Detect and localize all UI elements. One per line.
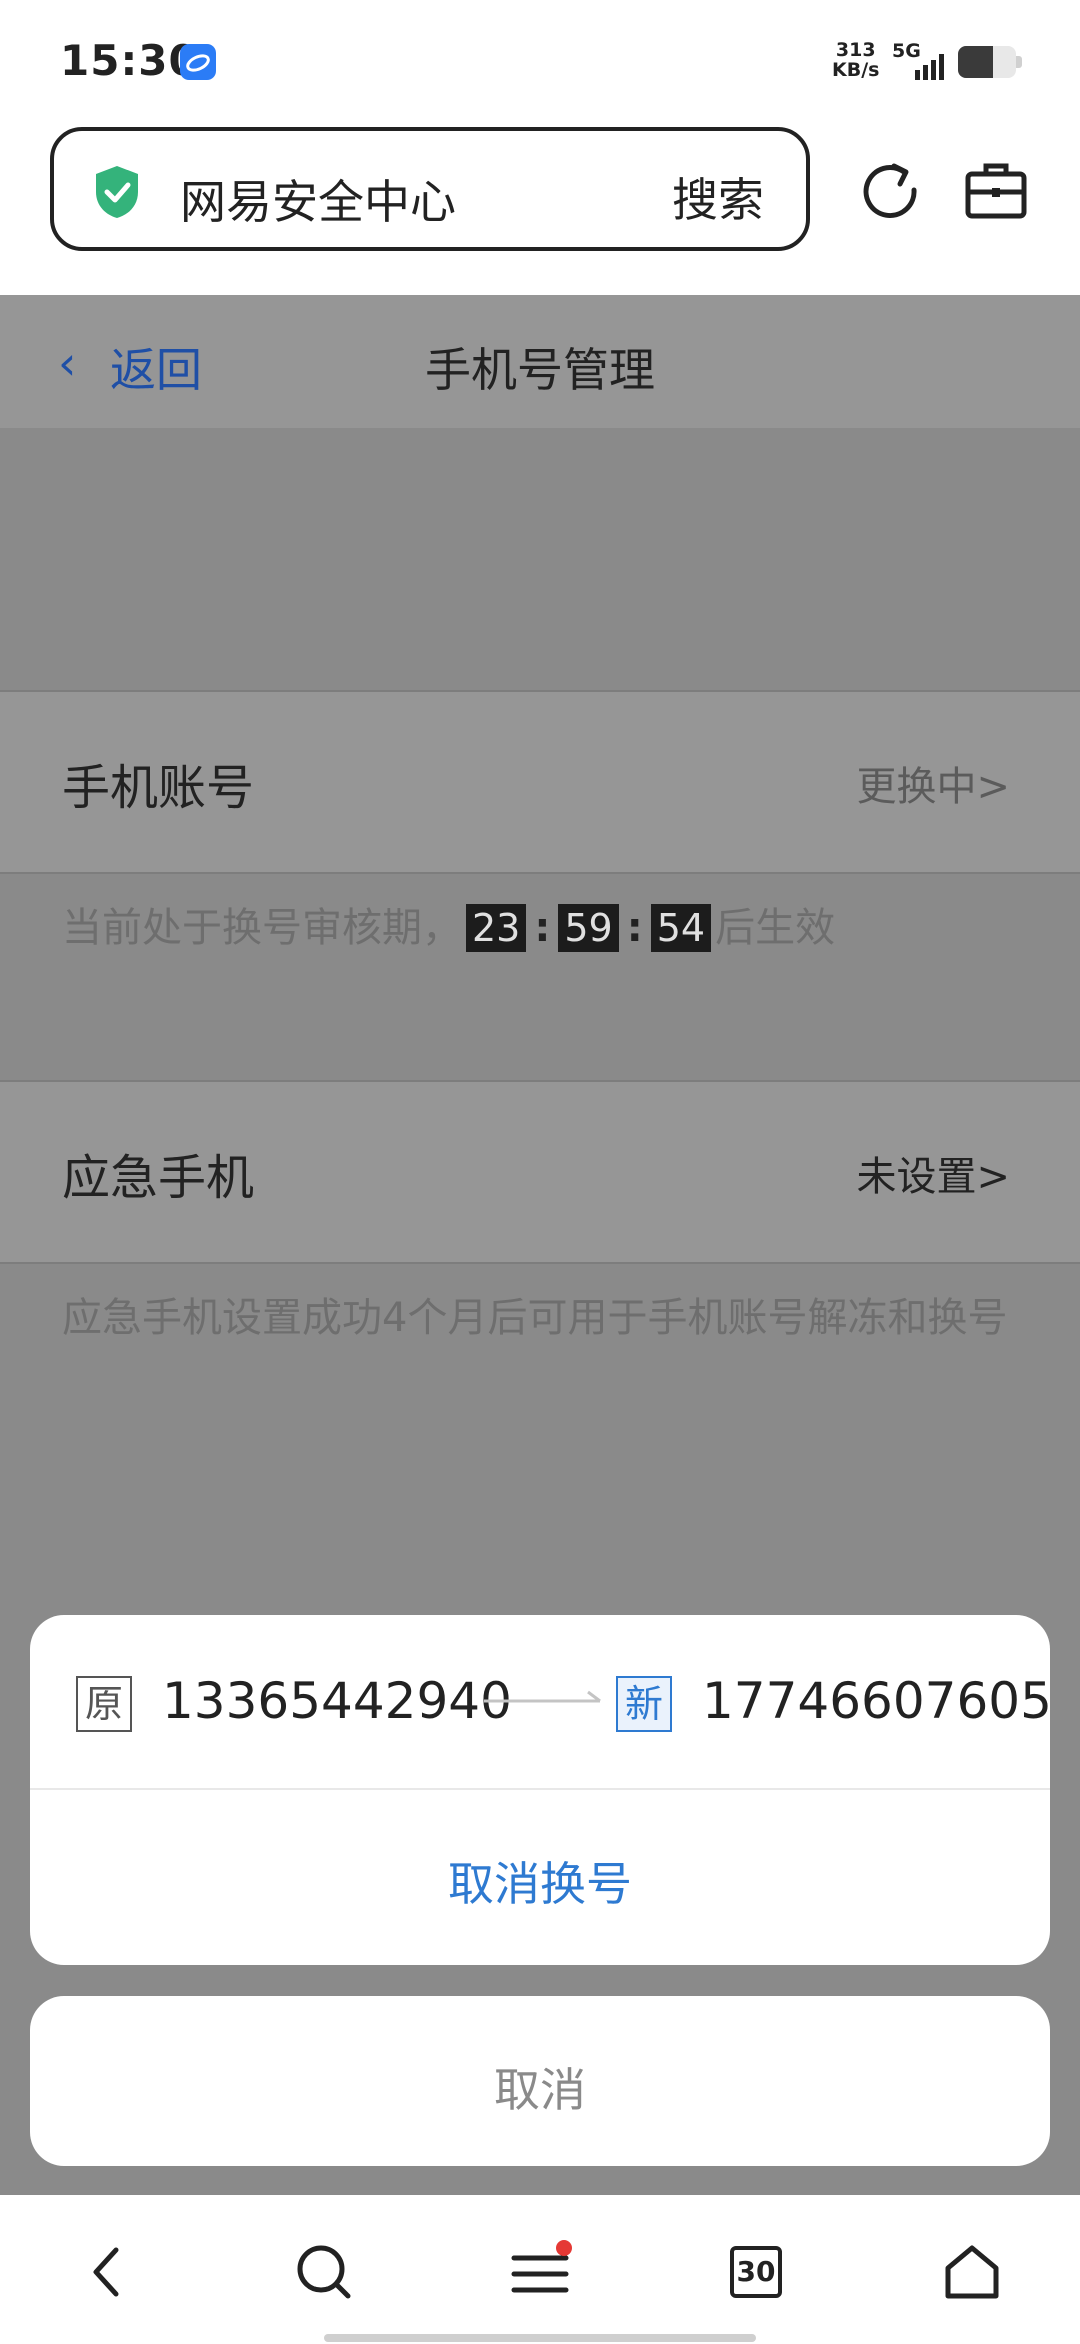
address-bar-title[interactable]: 网易安全中心 <box>180 166 456 232</box>
note-prefix: 当前处于换号审核期， <box>62 905 462 951</box>
note-suffix: 后生效 <box>715 905 836 951</box>
cancel-change-button[interactable]: 取消换号 <box>30 1848 1050 1914</box>
phone-account-note: 当前处于换号审核期， 23:59:54 后生效 <box>62 904 836 952</box>
original-number: 13365442940 <box>162 1672 512 1730</box>
app-notification-icon <box>180 44 216 80</box>
network-speed-unit: KB/s <box>832 59 880 81</box>
search-button[interactable]: 搜索 <box>672 164 764 230</box>
home-indicator <box>324 2334 756 2342</box>
tabs-button[interactable]: 30 <box>724 2240 788 2304</box>
emergency-phone-note: 应急手机设置成功4个月后可用于手机账号解冻和换号 <box>62 1295 1008 1341</box>
home-icon[interactable] <box>940 2240 1004 2304</box>
battery-icon <box>958 46 1016 78</box>
toolbox-icon[interactable] <box>964 160 1028 220</box>
menu-icon[interactable] <box>508 2240 572 2304</box>
battery-tip <box>1016 56 1022 68</box>
network-speed: 313 KB/s <box>832 40 879 80</box>
back-arrow-icon[interactable] <box>76 2240 140 2304</box>
shield-check-icon <box>96 166 138 218</box>
network-speed-value: 313 <box>835 39 876 61</box>
arrow-right-icon <box>484 1690 601 1703</box>
emergency-phone-label: 应急手机 <box>62 1150 255 1206</box>
phone-account-status[interactable]: 更换中> <box>856 754 1010 812</box>
countdown-hours: 23 <box>466 904 527 952</box>
new-tag: 新 <box>616 1676 672 1732</box>
refresh-icon[interactable] <box>860 160 920 220</box>
search-icon[interactable] <box>292 2240 356 2304</box>
sheet-divider <box>30 1788 1050 1790</box>
status-time: 15:30 <box>60 36 199 85</box>
signal-bars-icon <box>915 54 944 80</box>
phone-account-label: 手机账号 <box>62 760 255 816</box>
countdown-minutes: 59 <box>558 904 619 952</box>
new-number: 17746607605 <box>702 1672 1052 1730</box>
page-title: 手机号管理 <box>425 343 655 397</box>
emergency-phone-status[interactable]: 未设置> <box>856 1144 1010 1202</box>
tabs-count: 30 <box>730 2246 782 2298</box>
original-tag: 原 <box>76 1676 132 1732</box>
countdown-seconds: 54 <box>650 904 712 952</box>
cancel-button[interactable]: 取消 <box>30 2054 1050 2120</box>
